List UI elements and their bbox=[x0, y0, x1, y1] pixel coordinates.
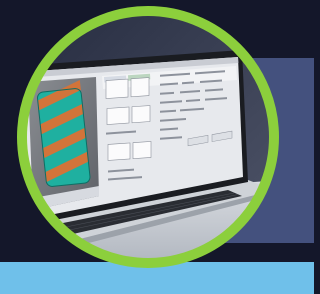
option-box[interactable] bbox=[106, 106, 130, 125]
option-box[interactable] bbox=[105, 78, 129, 99]
option-box[interactable] bbox=[130, 77, 150, 98]
option-box[interactable] bbox=[132, 141, 152, 160]
laptop-photo bbox=[0, 0, 314, 294]
option-box[interactable] bbox=[131, 105, 151, 124]
option-box[interactable] bbox=[107, 142, 131, 161]
